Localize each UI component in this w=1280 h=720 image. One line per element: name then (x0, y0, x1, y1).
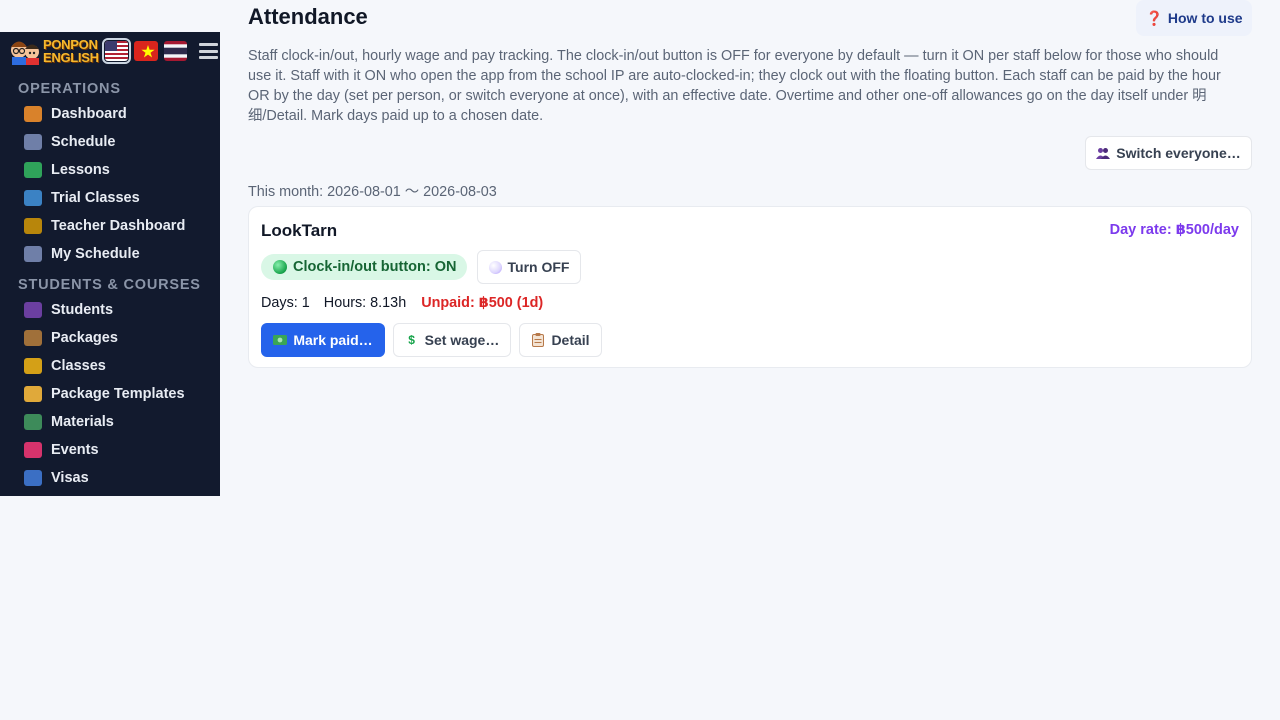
detail-label: Detail (551, 332, 590, 348)
sidebar-item-schedule[interactable]: Schedule (0, 128, 220, 156)
day-rate: Day rate: ฿500/day (1109, 222, 1239, 238)
vn-flag-icon[interactable] (134, 41, 158, 61)
house-icon (24, 106, 42, 122)
sidebar-item-label: My Schedule (51, 246, 140, 262)
sidebar-item-label: Dashboard (51, 106, 127, 122)
white-circle-icon (488, 260, 502, 274)
staff-stats: Days: 1 Hours: 8.13h Unpaid: ฿500 (1d) (261, 295, 543, 311)
th-flag-icon[interactable] (163, 41, 188, 61)
how-to-use-button[interactable]: ❓ How to use (1136, 0, 1252, 36)
sidebar-item-label: Schedule (51, 134, 116, 150)
clipboard-icon (531, 333, 545, 347)
sidebar-item-label: Visas (51, 470, 89, 486)
group-icon (24, 358, 42, 374)
brand-line2: ENGLISH (43, 50, 99, 65)
sidebar-item-events[interactable]: Events (0, 436, 220, 464)
logo[interactable]: PONPON ENGLISH (10, 37, 99, 65)
unpaid-amount: Unpaid: ฿500 (1d) (421, 295, 544, 311)
package-icon (24, 330, 42, 346)
sidebar: PONPON ENGLISH OPERATIONS Dashboard Sche… (0, 32, 220, 496)
sidebar-item-teacher-dashboard[interactable]: Teacher Dashboard (0, 212, 220, 240)
books-icon (24, 414, 42, 430)
folder-icon (24, 386, 42, 402)
sidebar-item-visas[interactable]: Visas (0, 464, 220, 492)
dollar-icon: $ (408, 333, 415, 347)
clock-status-label: Clock-in/out button: ON (293, 259, 457, 275)
sidebar-item-label: Package Templates (51, 386, 185, 402)
brand-row: PONPON ENGLISH (0, 32, 220, 70)
sidebar-item-classes[interactable]: Classes (0, 352, 220, 380)
sidebar-item-packages[interactable]: Packages (0, 324, 220, 352)
sidebar-item-label: Events (51, 442, 99, 458)
sidebar-item-students[interactable]: Students (0, 296, 220, 324)
how-to-use-label: How to use (1167, 10, 1243, 26)
switch-everyone-button[interactable]: Switch everyone… (1085, 136, 1252, 170)
detail-button[interactable]: Detail (519, 323, 602, 357)
mark-paid-button[interactable]: Mark paid… (261, 323, 385, 357)
ticket-icon (24, 442, 42, 458)
set-wage-button[interactable]: $ Set wage… (393, 323, 511, 357)
sidebar-item-label: Packages (51, 330, 118, 346)
hours-count: Hours: 8.13h (323, 295, 407, 311)
logo-mascot-icon (10, 37, 40, 65)
section-title-students-courses: STUDENTS & COURSES (18, 277, 201, 293)
set-wage-label: Set wage… (424, 332, 500, 348)
sidebar-item-label: Lessons (51, 162, 110, 178)
sidebar-item-my-schedule[interactable]: My Schedule (0, 240, 220, 268)
days-count: Days: 1 (261, 295, 310, 311)
sidebar-item-lessons[interactable]: Lessons (0, 156, 220, 184)
sidebar-item-trial-classes[interactable]: Trial Classes (0, 184, 220, 212)
staff-name: LookTarn (261, 221, 338, 240)
sidebar-item-label: Classes (51, 358, 106, 374)
turn-off-button[interactable]: Turn OFF (477, 250, 581, 284)
sidebar-item-dashboard[interactable]: Dashboard (0, 100, 220, 128)
switch-everyone-label: Switch everyone… (1116, 145, 1241, 161)
calendar-icon (24, 246, 42, 262)
clock-status-badge: Clock-in/out button: ON (261, 254, 467, 280)
turn-off-label: Turn OFF (507, 259, 570, 275)
sidebar-item-label: Trial Classes (51, 190, 140, 206)
teacher-icon (24, 218, 42, 234)
month-range: This month: 2026-08-01 〜 2026-08-03 (248, 184, 497, 200)
us-flag-icon[interactable] (101, 38, 132, 64)
sidebar-item-package-templates[interactable]: Package Templates (0, 380, 220, 408)
sidebar-item-materials[interactable]: Materials (0, 408, 220, 436)
passport-icon (24, 470, 42, 486)
calendar-icon (24, 134, 42, 150)
page-title: Attendance (248, 4, 368, 29)
page-description: Staff clock-in/out, hourly wage and pay … (248, 48, 1221, 124)
staff-card: LookTarn Day rate: ฿500/day Clock-in/out… (248, 206, 1252, 368)
magnifier-icon (24, 190, 42, 206)
question-icon: ❓ (1145, 9, 1163, 26)
sidebar-item-label: Teacher Dashboard (51, 218, 186, 234)
section-title-operations: OPERATIONS (18, 81, 121, 97)
check-icon (24, 162, 42, 178)
mark-paid-label: Mark paid… (293, 332, 373, 348)
money-icon (273, 333, 288, 347)
sidebar-item-label: Materials (51, 414, 114, 430)
people-icon (1096, 146, 1111, 160)
hamburger-menu-icon[interactable] (197, 40, 220, 62)
people-icon (24, 302, 42, 318)
sidebar-item-label: Students (51, 302, 114, 318)
green-circle-icon (273, 260, 287, 274)
staff-actions: Mark paid… $ Set wage… Detail (261, 323, 602, 357)
